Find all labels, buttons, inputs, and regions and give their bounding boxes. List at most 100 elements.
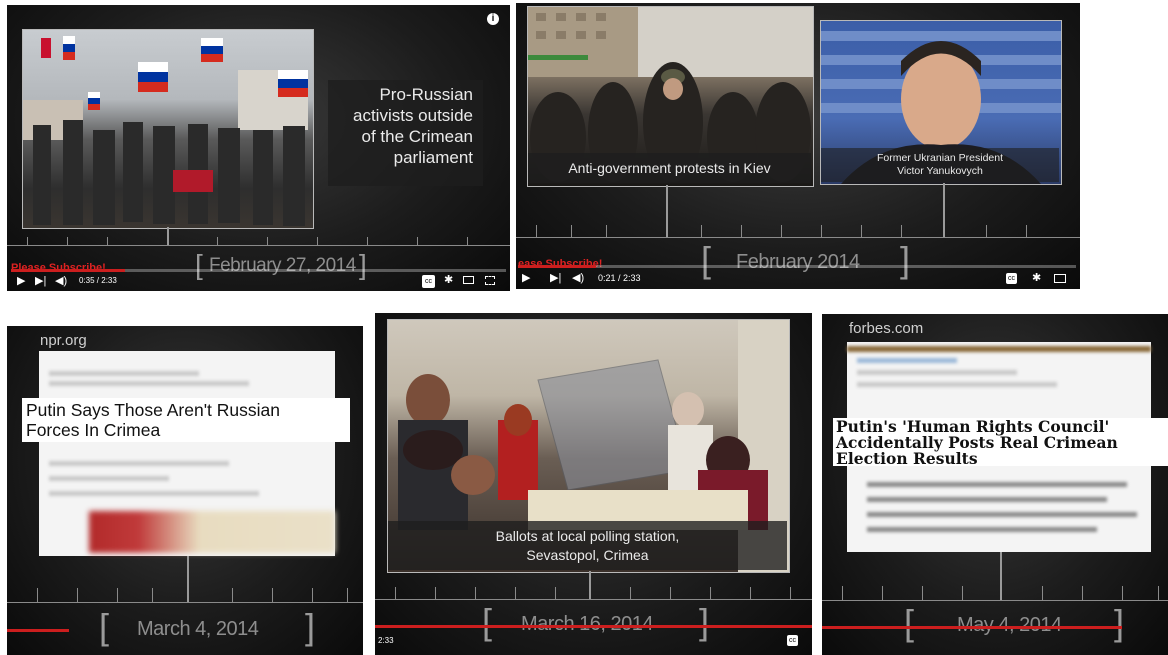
blurred-text xyxy=(49,491,259,496)
cc-icon[interactable]: cc xyxy=(422,275,435,288)
timeline-tick xyxy=(882,586,883,600)
caption-box: Pro-Russian activists outside of the Cri… xyxy=(328,80,483,186)
time-display: 2:33 xyxy=(378,636,394,645)
progress-fill xyxy=(7,629,69,632)
date-bracket-left: [ xyxy=(482,601,493,642)
progress-bar[interactable] xyxy=(518,265,1076,268)
timeline-tick xyxy=(1122,586,1123,600)
caption-box: Former Ukranian President Victor Yanukov… xyxy=(821,148,1059,182)
subscribe-annotation[interactable]: ease Subscribe! xyxy=(518,258,602,270)
timeline-tick xyxy=(475,587,476,599)
timeline-date: February 27, 2014 xyxy=(209,255,356,276)
timeline-tick xyxy=(27,237,28,245)
timeline-tick xyxy=(1082,586,1083,600)
video-panel-5[interactable]: forbes.com Putin's 'Human Rights Council… xyxy=(822,314,1168,655)
timeline-axis xyxy=(375,599,812,600)
timeline-stem xyxy=(589,571,591,599)
fullscreen-icon[interactable] xyxy=(485,276,495,285)
article-headline: Putin Says Those Aren't Russian Forces I… xyxy=(22,398,350,442)
blurred-image xyxy=(89,511,335,553)
info-icon[interactable]: i xyxy=(487,13,499,25)
flags-crowd-graphic xyxy=(23,36,308,226)
caption-line: Former Ukranian President xyxy=(876,152,1004,164)
source-site: npr.org xyxy=(40,332,87,349)
timeline-tick xyxy=(606,225,607,237)
timeline-tick xyxy=(347,588,348,602)
timeline-tick xyxy=(1158,586,1159,600)
video-panel-2[interactable]: Anti-government protests in Kiev Former … xyxy=(516,3,1080,289)
timeline-axis xyxy=(7,245,510,246)
next-icon[interactable]: ▶| xyxy=(550,273,561,284)
gear-icon[interactable]: ✱ xyxy=(1032,273,1041,284)
timeline-tick xyxy=(630,587,631,599)
timeline-stem xyxy=(666,185,668,237)
timeline-stem xyxy=(187,556,189,602)
timeline-tick xyxy=(395,587,396,599)
timeline-tick xyxy=(515,587,516,599)
date-bracket-right: ] xyxy=(359,249,367,280)
date-bracket-left: [ xyxy=(195,249,203,280)
timeline-axis xyxy=(822,600,1168,601)
time-display: 0:35 / 2:33 xyxy=(79,276,117,285)
timeline-tick xyxy=(317,237,318,245)
timeline-tick xyxy=(790,587,791,599)
timeline-axis xyxy=(7,602,363,603)
play-icon[interactable]: ▶ xyxy=(522,273,530,284)
date-bracket-right: ] xyxy=(305,606,316,647)
article-headline: Putin's 'Human Rights Council' Accidenta… xyxy=(833,418,1168,467)
timeline-tick xyxy=(986,225,987,237)
timeline-tick xyxy=(781,225,782,237)
timeline-tick xyxy=(1026,225,1027,237)
crimea-protest-photo xyxy=(22,29,314,229)
timeline-tick xyxy=(267,237,268,245)
timeline-tick xyxy=(467,237,468,245)
caption-line: parliament xyxy=(393,148,473,167)
volume-icon[interactable]: ◀) xyxy=(55,276,67,287)
date-bracket-right: ] xyxy=(900,239,911,280)
blurred-text xyxy=(867,482,1127,487)
play-icon[interactable]: ▶ xyxy=(17,276,25,287)
timeline-stem xyxy=(943,183,945,237)
blurred-text xyxy=(867,497,1107,502)
timeline-tick xyxy=(217,237,218,245)
blurred-text xyxy=(857,382,1057,387)
timeline-tick xyxy=(710,587,711,599)
timeline-tick xyxy=(37,588,38,602)
article-screenshot xyxy=(39,351,335,556)
blurred-text xyxy=(867,527,1097,532)
theater-icon[interactable] xyxy=(1054,274,1066,283)
timeline-tick xyxy=(67,237,68,245)
date-bracket-right: ] xyxy=(699,601,710,642)
date-bracket-left: [ xyxy=(701,239,712,280)
video-panel-3[interactable]: npr.org Putin Says Those Aren't Russian … xyxy=(7,326,363,655)
caption-line: Pro-Russian xyxy=(379,85,473,104)
gear-icon[interactable]: ✱ xyxy=(444,275,453,286)
video-panel-1[interactable]: i Pro-Russian activists outside of the C… xyxy=(7,5,510,291)
progress-fill xyxy=(822,626,1122,629)
timeline-tick xyxy=(962,586,963,600)
timeline-tick xyxy=(312,588,313,602)
caption-box: Anti-government protests in Kiev xyxy=(528,153,811,183)
caption-line: Sevastopol, Crimea xyxy=(526,547,649,563)
blurred-text xyxy=(49,476,169,481)
subscribe-annotation[interactable]: Please Subscribe! xyxy=(11,262,106,274)
time-display: 0:21 / 2:33 xyxy=(598,273,641,283)
cc-icon[interactable]: cc xyxy=(787,635,798,646)
timeline-tick xyxy=(861,225,862,237)
source-site: forbes.com xyxy=(849,320,924,337)
theater-icon[interactable] xyxy=(463,276,474,284)
timeline-tick xyxy=(117,588,118,602)
timeline-tick xyxy=(272,588,273,602)
video-panel-4[interactable]: Ballots at local polling station, Sevast… xyxy=(375,313,812,655)
headline-line: Forces In Crimea xyxy=(26,420,161,440)
timeline-tick xyxy=(821,225,822,237)
timeline-tick xyxy=(435,587,436,599)
date-bracket-left: [ xyxy=(99,606,110,647)
volume-icon[interactable]: ◀) xyxy=(572,273,584,284)
next-icon[interactable]: ▶| xyxy=(35,276,46,287)
timeline-tick xyxy=(152,588,153,602)
cc-icon[interactable]: cc xyxy=(1006,273,1017,284)
blurred-header xyxy=(847,346,1151,352)
timeline-tick xyxy=(555,587,556,599)
blurred-text xyxy=(49,371,199,376)
